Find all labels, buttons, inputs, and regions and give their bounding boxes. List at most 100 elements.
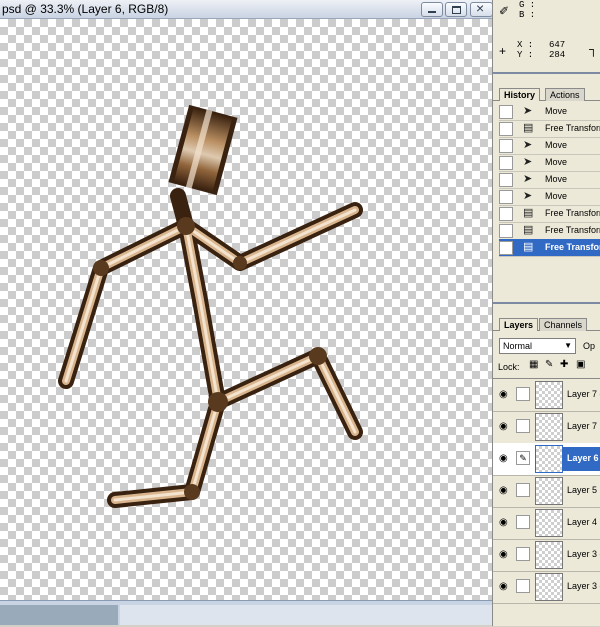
layer-name: Layer 5 — [567, 485, 598, 495]
history-snapshot-box[interactable] — [499, 224, 513, 238]
layer-row[interactable]: ◉ Layer 5 — [493, 475, 600, 508]
eyedropper-icon: ✐ — [499, 4, 510, 18]
history-item-label: Move — [545, 174, 568, 184]
transform-icon: ▤ — [523, 207, 534, 219]
lock-move-icon[interactable]: ✚ — [560, 359, 568, 370]
layer-row[interactable]: ◉ Layer 4 — [493, 507, 600, 540]
history-item-label: Free Transform — [545, 208, 600, 218]
layer-name: Layer 7 c — [567, 389, 600, 399]
info-x-value: 647 — [549, 40, 566, 50]
layer-name: Layer 3 c — [567, 581, 600, 591]
chevron-down-icon: ▼ — [564, 341, 572, 350]
tab-layers[interactable]: Layers — [499, 318, 539, 331]
eye-icon[interactable]: ◉ — [499, 453, 508, 464]
link-box[interactable] — [516, 483, 530, 497]
history-item[interactable]: ➤ Move — [499, 103, 600, 121]
document-window: psd @ 33.3% (Layer 6, RGB/8) — [0, 0, 493, 625]
history-item-label: Free Transform — [545, 225, 600, 235]
link-box[interactable] — [516, 387, 530, 401]
history-snapshot-box[interactable] — [499, 156, 513, 170]
layer-thumbnail — [535, 381, 563, 409]
move-tool-icon: ➤ — [523, 105, 533, 117]
eye-icon[interactable]: ◉ — [499, 421, 508, 432]
layers-panel: Layers Channels Normal ▼ Op Lock: ▦ ✎ ✚ … — [492, 302, 600, 626]
document-title: psd @ 33.3% (Layer 6, RGB/8) — [2, 2, 169, 16]
document-titlebar[interactable]: psd @ 33.3% (Layer 6, RGB/8) — [0, 0, 493, 19]
move-tool-icon: ➤ — [523, 139, 533, 151]
history-item[interactable]: ▤ Free Transform — [499, 222, 600, 240]
document-status-bar — [0, 600, 492, 625]
history-item[interactable]: ➤ Move — [499, 154, 600, 172]
transform-icon: ▤ — [523, 122, 534, 134]
lock-transparency-icon[interactable]: ▦ — [529, 359, 538, 370]
layers-list: ◉ Layer 7 c ◉ Layer 7 ◉ ✎ Layer 6 ◉ Laye… — [493, 378, 600, 627]
maximize-button[interactable] — [445, 2, 467, 17]
info-b-label: B : — [519, 10, 536, 20]
layer-thumbnail — [535, 573, 563, 601]
status-area — [0, 605, 118, 625]
info-panel: ✐ G : B : + X : 647 Y : 284 ┐ — [492, 0, 600, 72]
eye-icon[interactable]: ◉ — [499, 389, 508, 400]
blend-mode-value: Normal — [503, 341, 533, 351]
eye-icon[interactable]: ◉ — [499, 485, 508, 496]
horizontal-scrollbar[interactable] — [120, 605, 492, 625]
tab-channels[interactable]: Channels — [539, 318, 588, 331]
history-item-active[interactable]: ▤ Free Transform — [499, 239, 600, 257]
eye-icon[interactable]: ◉ — [499, 549, 508, 560]
layer-row[interactable]: ◉ Layer 3 c — [493, 539, 600, 572]
history-snapshot-box[interactable] — [499, 207, 513, 221]
minimize-button[interactable] — [421, 2, 443, 17]
brush-icon[interactable]: ✎ — [516, 451, 530, 465]
history-snapshot-box[interactable] — [499, 190, 513, 204]
layer-name: Layer 4 — [567, 517, 598, 527]
history-snapshot-box[interactable] — [499, 139, 513, 153]
history-snapshot-box[interactable] — [499, 105, 513, 119]
history-item-label: Free Transform — [545, 123, 600, 133]
layer-row[interactable]: ◉ Layer 7 — [493, 411, 600, 444]
history-panel: History Actions ➤ Move ▤ Free Transform … — [492, 72, 600, 346]
layer-name: Layer 6 — [563, 447, 600, 471]
opacity-label: Op — [583, 341, 596, 351]
transform-icon: ▤ — [523, 224, 534, 236]
history-list: ➤ Move ▤ Free Transform ➤ Move ➤ Move ➤ … — [499, 103, 600, 333]
close-button[interactable] — [470, 0, 493, 17]
layer-name: Layer 7 — [567, 421, 598, 431]
eye-icon[interactable]: ◉ — [499, 517, 508, 528]
tab-actions[interactable]: Actions — [545, 88, 585, 101]
history-item[interactable]: ➤ Move — [499, 137, 600, 155]
history-item-label: Move — [545, 191, 568, 201]
layer-row-active[interactable]: ◉ ✎ Layer 6 — [493, 443, 600, 476]
lock-all-icon[interactable]: ▣ — [576, 359, 585, 370]
history-item[interactable]: ▤ Free Transform — [499, 205, 600, 223]
crosshair-icon: + — [499, 44, 507, 58]
blend-mode-select[interactable]: Normal ▼ — [499, 338, 576, 354]
layer-row[interactable]: ◉ Layer 7 c — [493, 379, 600, 412]
link-box[interactable] — [516, 419, 530, 433]
history-snapshot-box[interactable] — [499, 173, 513, 187]
history-item[interactable]: ▤ Free Transform — [499, 120, 600, 138]
move-tool-icon: ➤ — [523, 173, 533, 185]
history-item-label: Move — [545, 106, 568, 116]
lock-label: Lock: — [498, 362, 520, 372]
layer-row[interactable]: ◉ Layer 3 c — [493, 571, 600, 604]
link-box[interactable] — [516, 547, 530, 561]
history-tabbar: History Actions — [493, 86, 600, 101]
history-item[interactable]: ➤ Move — [499, 188, 600, 206]
info-y-value: 284 — [549, 50, 566, 60]
image-canvas[interactable] — [0, 19, 492, 600]
info-x-label: X : — [517, 40, 534, 50]
history-item[interactable]: ➤ Move — [499, 171, 600, 189]
eye-icon[interactable]: ◉ — [499, 581, 508, 592]
history-item-label: Move — [545, 140, 568, 150]
info-g-label: G : — [519, 0, 536, 10]
link-box[interactable] — [516, 579, 530, 593]
layer-thumbnail — [535, 541, 563, 569]
link-box[interactable] — [516, 515, 530, 529]
move-tool-icon: ➤ — [523, 190, 533, 202]
history-snapshot-box[interactable] — [499, 122, 513, 136]
layer-thumbnail — [535, 509, 563, 537]
lock-brush-icon[interactable]: ✎ — [545, 359, 553, 370]
tab-history[interactable]: History — [499, 88, 541, 101]
layer-thumbnail — [535, 445, 563, 473]
history-snapshot-box[interactable] — [499, 241, 513, 255]
